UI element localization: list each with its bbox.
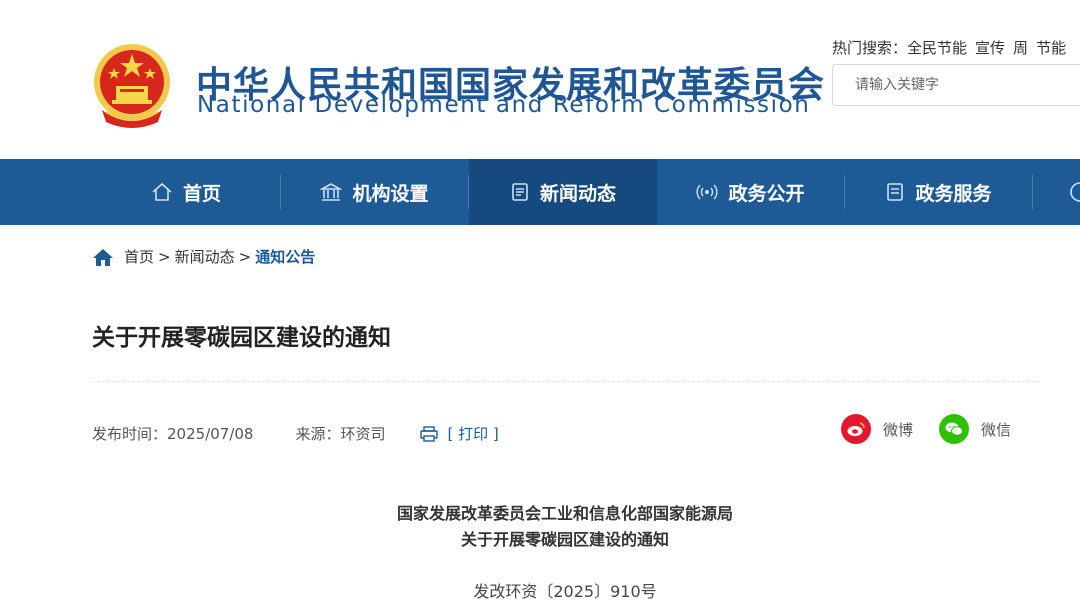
wechat-label: 微信 [981,420,1012,439]
publish-date: 2025/07/08 [167,424,254,443]
home-icon[interactable] [92,247,114,267]
nav-item-home[interactable]: 首页 [92,159,280,225]
source-label: 来源： [295,425,341,443]
breadcrumb-current[interactable]: 通知公告 [255,246,315,267]
title-divider [92,381,1040,382]
nav-item-label: 新闻动态 [539,182,616,205]
org-name-english: National Development and Reform Commissi… [197,92,811,118]
source-value: 环资司 [340,425,386,443]
article-meta: 发布时间： 2025/07/08 来源： 环资司 [ 打印 ] [92,423,499,444]
breadcrumb-separator: > [158,247,171,266]
national-emblem-logo [94,44,170,128]
institution-icon [320,183,343,201]
weibo-label: 微博 [883,420,914,439]
body-heading-title: 关于开展零碳园区建设的通知 [460,530,669,549]
hot-keyword[interactable]: 宣传 [975,39,1005,57]
nav-item-label: 政务服务 [915,182,992,205]
page-title: 关于开展零碳园区建设的通知 [92,325,391,351]
nav-item-news[interactable]: 新闻动态 [469,159,657,225]
hot-keyword[interactable]: 节能 [1036,39,1066,57]
body-heading-issuers: 国家发展改革委员会工业和信息化部国家能源局 [396,504,733,523]
publish-label: 发布时间： [92,425,168,443]
home-icon [152,182,172,201]
broadcast-icon [696,184,719,200]
search-input[interactable] [853,65,1077,105]
nav-divider [1032,175,1033,209]
hot-search-label: 热门搜索： [832,39,908,57]
nav-item-label: 机构设置 [352,182,429,205]
breadcrumb-link[interactable]: 新闻动态 [175,246,235,267]
hot-keyword[interactable]: 全民节能 [907,39,967,57]
nav-item-gov-services[interactable]: 政务服务 [845,159,1032,225]
share-wechat-button[interactable]: 微信 [939,414,1011,444]
hot-keyword[interactable]: 周 [1013,39,1028,57]
nav-item-label: 政务公开 [728,182,805,205]
print-label: [ 打印 ] [447,425,499,443]
news-icon [512,183,528,201]
hot-search: 热门搜索：全民节能 宣传周节能 [832,37,1074,58]
nav-item-gov-affairs[interactable]: 政务公开 [657,159,844,225]
weibo-icon [841,414,871,444]
breadcrumb: 首页 > 新闻动态 > 通知公告 [92,246,315,267]
nav-item-label: 首页 [182,182,221,205]
more-nav-icon[interactable] [1068,181,1080,203]
document-number: 发改环资〔2025〕910号 [473,582,657,601]
document-icon [887,183,904,201]
printer-icon [419,425,438,442]
share-weibo-button[interactable]: 微博 [841,414,913,444]
main-nav: 首页 机构设置 新闻动态 政务公开 政务服务 [0,159,1080,225]
wechat-icon [939,414,969,444]
search-box [832,64,1080,106]
print-button[interactable]: [ 打印 ] [419,423,499,444]
nav-item-institution[interactable]: 机构设置 [281,159,468,225]
breadcrumb-link[interactable]: 首页 [124,246,154,267]
breadcrumb-separator: > [238,247,252,266]
